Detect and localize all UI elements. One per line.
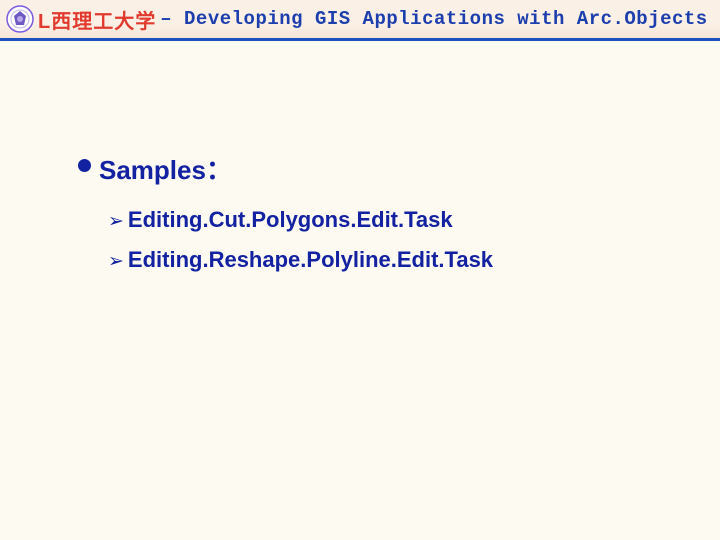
university-logo-icon: [6, 5, 34, 33]
course-title-text: Developing GIS Applications with Arc.Obj…: [184, 8, 720, 30]
sub-item-text: Editing.Cut.Polygons.Edit.Task: [128, 207, 453, 233]
arrow-bullet-icon: ➢: [108, 250, 124, 273]
heading-text: Samples：: [99, 150, 232, 187]
slide-header: L西理工大学 – Developing GIS Applications wit…: [0, 0, 720, 41]
separator: –: [160, 8, 184, 30]
disc-bullet-icon: [78, 159, 91, 172]
list-item: ➢ Editing.Cut.Polygons.Edit.Task: [108, 207, 678, 233]
list-item: ➢ Editing.Reshape.Polyline.Edit.Task: [108, 247, 678, 273]
arrow-bullet-icon: ➢: [108, 210, 124, 233]
course-title-line: – Developing GIS Applications with Arc.O…: [160, 8, 720, 30]
sub-bullet-list: ➢ Editing.Cut.Polygons.Edit.Task ➢ Editi…: [108, 207, 678, 273]
slide: L西理工大学 – Developing GIS Applications wit…: [0, 0, 720, 540]
bullet-heading: Samples：: [78, 150, 678, 187]
slide-body: Samples： ➢ Editing.Cut.Polygons.Edit.Tas…: [78, 150, 678, 287]
university-name: L西理工大学: [38, 5, 156, 34]
sub-item-text: Editing.Reshape.Polyline.Edit.Task: [128, 247, 493, 273]
